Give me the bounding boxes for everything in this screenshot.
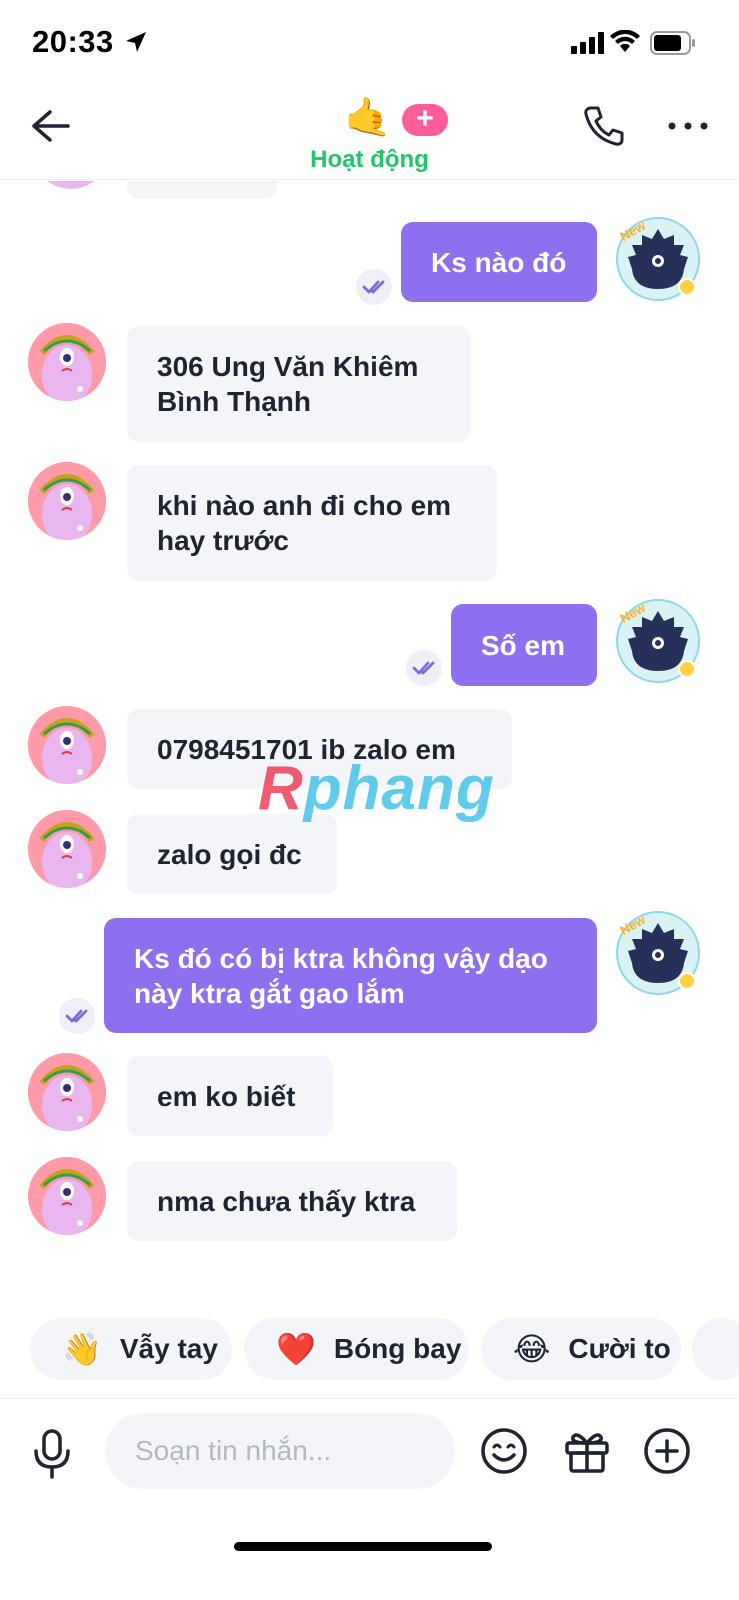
message-list[interactable]: Ks nào đó 306 Ung Văn Khiêm Bình Thạnh k… [0, 181, 739, 1326]
battery-icon [650, 31, 695, 55]
plus-icon[interactable] [643, 1427, 691, 1475]
contact-avatar[interactable] [28, 323, 106, 401]
microphone-icon[interactable] [30, 1429, 74, 1479]
seen-icon [356, 269, 392, 305]
laughing-icon: 😂 [513, 1331, 551, 1367]
contact-avatar[interactable] [32, 181, 110, 189]
contact-avatar[interactable] [28, 1053, 106, 1131]
add-status-button[interactable]: + [402, 104, 448, 136]
message-bubble-outgoing[interactable]: Ks đó có bị ktra không vậy dạo này ktra … [104, 918, 597, 1033]
wave-icon: 👋 [62, 1331, 102, 1367]
contact-avatar[interactable] [28, 810, 106, 888]
quick-reaction-label: Cười to [568, 1333, 671, 1364]
gift-icon[interactable] [563, 1427, 611, 1475]
more-icon[interactable] [666, 114, 710, 138]
contact-avatar[interactable] [28, 462, 106, 540]
watermark-logo: Rphang [258, 753, 495, 824]
home-indicator[interactable] [234, 1542, 492, 1551]
activity-status: Hoạt động [310, 146, 429, 173]
quick-reaction-balloon[interactable]: ❤️ Bóng bay [244, 1318, 469, 1380]
message-bubble-incoming[interactable]: zalo gọi đc [127, 814, 337, 894]
quick-reaction-label: Vẫy tay [119, 1333, 218, 1364]
signal-icon [571, 32, 604, 54]
message-bubble-outgoing[interactable]: Số em [451, 604, 597, 686]
quick-reaction-label: Bóng bay [333, 1333, 462, 1364]
quick-reaction-bar: 👋 Vẫy tay ❤️ Bóng bay 😂 Cười to [0, 1318, 739, 1382]
status-time: 20:33 [32, 24, 114, 59]
seen-icon [59, 998, 95, 1034]
quick-reaction-laugh[interactable]: 😂 Cười to [481, 1318, 681, 1380]
message-bubble-incoming[interactable]: em ko biết [127, 1056, 333, 1136]
message-composer [0, 1398, 739, 1538]
location-arrow-icon [126, 32, 146, 52]
watermark-rest: phang [303, 754, 495, 823]
back-button[interactable] [28, 106, 72, 146]
contact-avatar[interactable] [28, 1157, 106, 1235]
self-avatar[interactable]: New [616, 599, 700, 683]
message-bubble-outgoing[interactable]: Ks nào đó [401, 222, 597, 302]
seen-icon [406, 650, 442, 686]
quick-reaction-wave[interactable]: 👋 Vẫy tay [30, 1318, 232, 1380]
message-input[interactable] [105, 1413, 455, 1489]
wifi-icon [610, 30, 640, 52]
phone-icon[interactable] [582, 104, 626, 148]
quick-reaction-more[interactable] [692, 1318, 739, 1380]
message-bubble-incoming[interactable]: khi nào anh đi cho em hay trước [127, 465, 497, 581]
message-bubble-incoming[interactable]: nma chưa thấy ktra [127, 1161, 457, 1241]
contact-avatar[interactable] [28, 706, 106, 784]
message-bubble-incoming[interactable]: 306 Ung Văn Khiêm Bình Thạnh [127, 326, 471, 442]
self-avatar[interactable]: New [616, 911, 700, 995]
chat-header: 🤙 + Hoạt động [0, 88, 739, 180]
watermark-first-letter: R [258, 754, 304, 823]
self-avatar[interactable]: New [616, 217, 700, 301]
status-bar: 20:33 [0, 0, 739, 88]
status-emoji[interactable]: 🤙 [344, 96, 391, 140]
message-bubble-partial [127, 181, 277, 199]
emoji-icon[interactable] [480, 1427, 528, 1475]
heart-icon: ❤️ [276, 1331, 316, 1367]
